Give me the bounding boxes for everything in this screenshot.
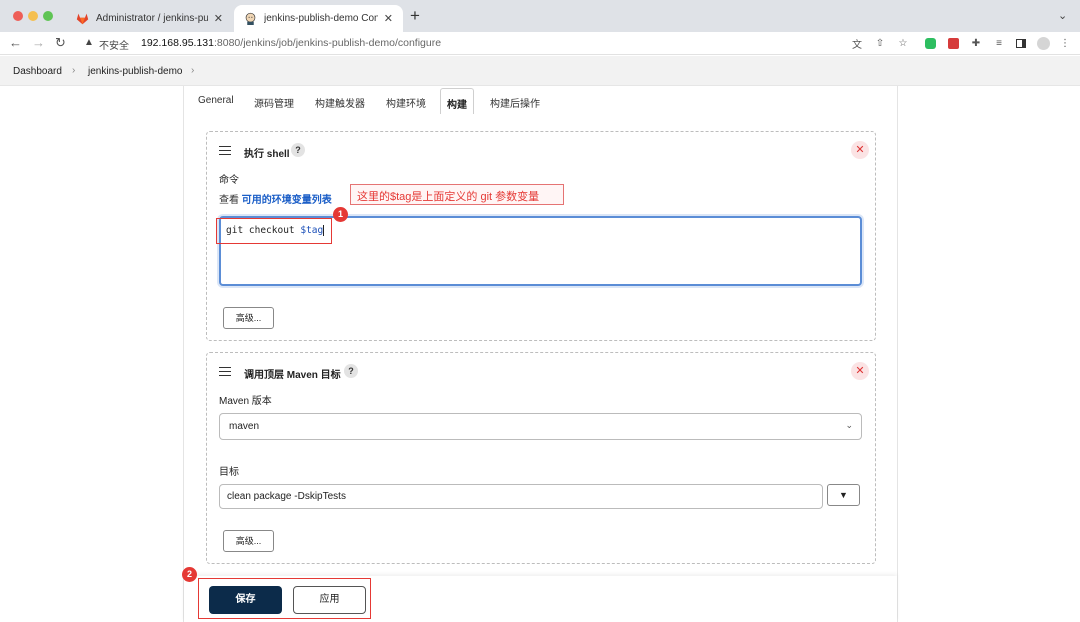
back-arrow-icon[interactable]: ←	[9, 35, 22, 51]
close-tab-icon[interactable]: ✕	[214, 12, 223, 25]
tab-title: Administrator / jenkins-publish	[96, 13, 208, 24]
expand-goals-button[interactable]: ▼	[827, 484, 860, 506]
tab-search-chevron-icon[interactable]: ⌄	[1058, 9, 1067, 22]
drag-handle-icon[interactable]	[219, 146, 231, 155]
step-title: 调用顶层 Maven 目标	[244, 370, 341, 381]
tab-post-build[interactable]: 构建后操作	[490, 95, 540, 110]
goals-label: 目标	[219, 467, 239, 478]
warning-icon[interactable]: ▲	[84, 37, 94, 48]
new-tab-button[interactable]: +	[410, 7, 420, 24]
browser-tab-jenkins[interactable]: jenkins-publish-demo Config [ ✕	[234, 5, 403, 32]
bookmark-star-icon[interactable]: ☆	[896, 36, 910, 50]
breadcrumb-job[interactable]: jenkins-publish-demo	[88, 66, 183, 77]
reading-list-icon[interactable]: ≡	[992, 36, 1006, 50]
env-prefix: 查看	[219, 195, 239, 206]
tab-build-triggers[interactable]: 构建触发器	[315, 95, 365, 110]
step-title: 执行 shell	[244, 149, 290, 160]
profile-avatar-icon[interactable]	[1036, 36, 1050, 50]
close-window-button[interactable]	[13, 11, 23, 21]
jenkins-icon	[245, 12, 256, 25]
maven-version-label: Maven 版本	[219, 396, 272, 407]
menu-kebab-icon[interactable]: ⋮	[1058, 36, 1072, 50]
env-vars-line: 查看 可用的环境变量列表	[219, 191, 332, 206]
browser-tab-bar: Administrator / jenkins-publish ✕ jenkin…	[0, 0, 1080, 32]
fe-helper-icon[interactable]	[946, 36, 960, 50]
annotation-marker-2: 2	[182, 567, 197, 582]
maven-step: 调用顶层 Maven 目标 ? ✕ Maven 版本 maven ⌄ 目标 cl…	[206, 352, 876, 564]
annotation-highlight-actions	[198, 578, 371, 619]
breadcrumb-chevron-icon[interactable]: ›	[191, 65, 194, 76]
command-label: 命令	[219, 175, 239, 186]
reload-icon[interactable]: ↻	[55, 35, 66, 51]
minimize-window-button[interactable]	[28, 11, 38, 21]
chevron-down-icon: ⌄	[845, 420, 853, 430]
extensions-puzzle-icon[interactable]: ✚	[969, 36, 983, 50]
share-icon[interactable]: ⇧	[873, 36, 887, 50]
delete-step-icon[interactable]: ✕	[851, 362, 869, 380]
config-tabs: General 源码管理 构建触发器 构建环境 构建 构建后操作	[184, 86, 897, 114]
tab-build[interactable]: 构建	[440, 88, 474, 114]
tab-general[interactable]: General	[198, 95, 234, 106]
breadcrumb-dashboard[interactable]: Dashboard	[13, 66, 62, 77]
insecure-label[interactable]: 不安全	[99, 37, 129, 52]
maximize-window-button[interactable]	[43, 11, 53, 21]
delete-step-icon[interactable]: ✕	[851, 141, 869, 159]
annotation-highlight-command	[216, 218, 332, 244]
tab-title: jenkins-publish-demo Config [	[264, 13, 378, 24]
gitlab-icon	[76, 13, 89, 25]
help-icon[interactable]: ?	[291, 143, 305, 157]
annotation-note: 这里的$tag是上面定义的 git 参数变量	[350, 184, 564, 205]
address-bar: ← → ↻ ▲ 不安全 192.168.95.131:8080/jenkins/…	[0, 32, 1080, 55]
advanced-button[interactable]: 高级...	[223, 530, 274, 552]
env-vars-link[interactable]: 可用的环境变量列表	[242, 195, 332, 206]
help-icon[interactable]: ?	[344, 364, 358, 378]
goals-input[interactable]: clean package -DskipTests	[219, 484, 823, 509]
tab-build-environment[interactable]: 构建环境	[386, 95, 426, 110]
breadcrumb: Dashboard › jenkins-publish-demo ›	[0, 56, 1080, 86]
close-tab-icon[interactable]: ✕	[384, 12, 393, 25]
config-panel: General 源码管理 构建触发器 构建环境 构建 构建后操作 执行 shel…	[183, 86, 898, 622]
breadcrumb-chevron-icon: ›	[72, 65, 76, 76]
evernote-icon[interactable]	[923, 36, 937, 50]
url-path: :8080/jenkins/job/jenkins-publish-demo/c…	[214, 37, 442, 49]
side-panel-icon[interactable]	[1014, 36, 1028, 50]
maven-version-select[interactable]: maven ⌄	[219, 413, 862, 440]
advanced-button[interactable]: 高级...	[223, 307, 274, 329]
forward-arrow-icon[interactable]: →	[32, 35, 45, 51]
maven-version-value: maven	[229, 421, 260, 432]
url-field[interactable]: 192.168.95.131:8080/jenkins/job/jenkins-…	[141, 37, 441, 49]
translate-icon[interactable]: 文	[850, 36, 864, 51]
browser-tab-gitlab[interactable]: Administrator / jenkins-publish ✕	[66, 5, 233, 32]
tab-source-control[interactable]: 源码管理	[254, 95, 294, 110]
url-host: 192.168.95.131	[141, 37, 214, 49]
drag-handle-icon[interactable]	[219, 367, 231, 376]
goals-value: clean package -DskipTests	[227, 491, 346, 502]
annotation-marker-1: 1	[333, 207, 348, 222]
